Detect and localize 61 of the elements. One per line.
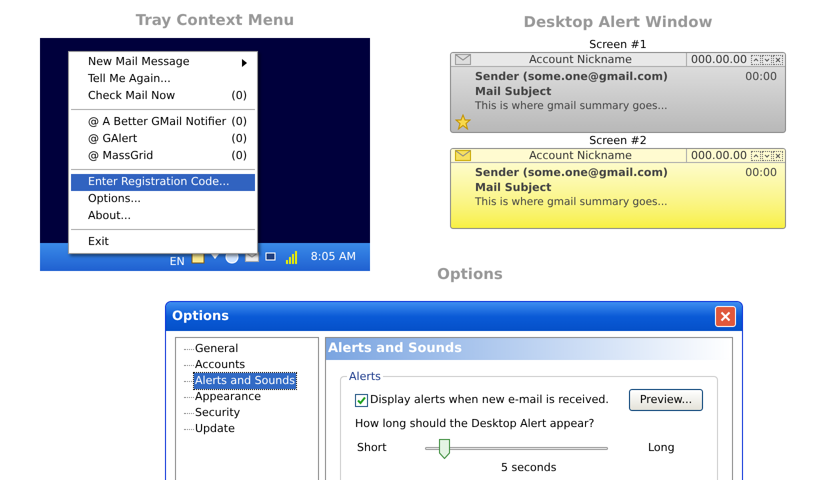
menu-item[interactable]: New Mail Message — [71, 54, 255, 71]
close-button[interactable] — [773, 54, 783, 64]
screen-label: Screen #1 — [589, 38, 647, 52]
section-heading: Tray Context Menu — [134, 10, 296, 31]
close-button[interactable] — [773, 150, 783, 160]
alert-date: 000.00.00 — [686, 149, 751, 162]
menu-item[interactable]: @ GAlert (0) — [71, 131, 255, 148]
tree-item[interactable]: General — [194, 340, 240, 358]
clock: 8:05 AM — [310, 248, 356, 265]
menu-item[interactable]: @ MassGrid (0) — [71, 148, 255, 165]
mail-summary: This is where gmail summary goes... — [475, 99, 669, 114]
menu-item[interactable]: Tell Me Again... — [71, 71, 255, 88]
caret-up-icon — [753, 56, 759, 62]
tree-item[interactable]: Update — [194, 420, 236, 438]
menu-item[interactable]: @ A Better GMail Notifier (0) — [71, 114, 255, 131]
panel-title: Alerts and Sounds — [328, 340, 462, 358]
close-icon — [775, 152, 781, 158]
mail-subject: Mail Subject — [475, 84, 552, 99]
tree-item[interactable]: Alerts and Sounds — [194, 372, 296, 390]
window-title: Options — [172, 308, 229, 326]
menu-item[interactable]: Check Mail Now (0) — [71, 88, 255, 105]
alert-date: 000.00.00 — [686, 53, 751, 66]
caret-up-icon — [753, 152, 759, 158]
menu-item[interactable]: Exit — [71, 234, 255, 251]
menu-item[interactable]: Options... — [71, 191, 255, 208]
section-heading: Options — [436, 264, 504, 285]
sender: Sender (some.one@gmail.com) — [475, 165, 668, 180]
mail-subject: Mail Subject — [475, 180, 552, 195]
duration-question: How long should the Desktop Alert appear? — [355, 416, 596, 432]
caret-down-icon — [764, 56, 770, 62]
tree-item[interactable]: Appearance — [194, 388, 262, 406]
short-label: Short — [356, 440, 388, 456]
mail-summary: This is where gmail summary goes... — [475, 195, 669, 210]
signal-icon[interactable] — [284, 250, 299, 264]
star-icon[interactable] — [455, 114, 471, 130]
alert-time: 00:00 — [745, 165, 777, 180]
section-heading: Desktop Alert Window — [522, 12, 714, 33]
account-nickname: Account Nickname — [528, 53, 633, 66]
scroll-up-button[interactable] — [751, 150, 761, 160]
scroll-down-button[interactable] — [762, 150, 772, 160]
menu-item[interactable]: Enter Registration Code... — [71, 174, 255, 191]
preview-button[interactable]: Preview... — [629, 389, 703, 411]
alert-time: 00:00 — [745, 69, 777, 84]
close-icon — [775, 56, 781, 62]
scroll-up-button[interactable] — [751, 54, 761, 64]
checkbox[interactable] — [355, 394, 368, 406]
scroll-down-button[interactable] — [762, 54, 772, 64]
screen-label: Screen #2 — [589, 134, 647, 148]
language-indicator[interactable]: EN — [170, 256, 185, 268]
account-nickname: Account Nickname — [528, 149, 633, 162]
close-icon — [720, 311, 731, 322]
duration-slider[interactable] — [425, 438, 608, 458]
caret-down-icon — [764, 152, 770, 158]
checkbox-label: Display alerts when new e-mail is received. — [370, 392, 609, 408]
long-label: Long — [648, 440, 675, 456]
duration-reading: 5 seconds — [501, 460, 558, 476]
tree-item[interactable]: Accounts — [194, 356, 246, 374]
menu-item[interactable]: About... — [71, 208, 255, 225]
sender: Sender (some.one@gmail.com) — [475, 69, 668, 84]
tree-item[interactable]: Security — [194, 404, 242, 422]
slider-thumb[interactable] — [439, 438, 450, 458]
